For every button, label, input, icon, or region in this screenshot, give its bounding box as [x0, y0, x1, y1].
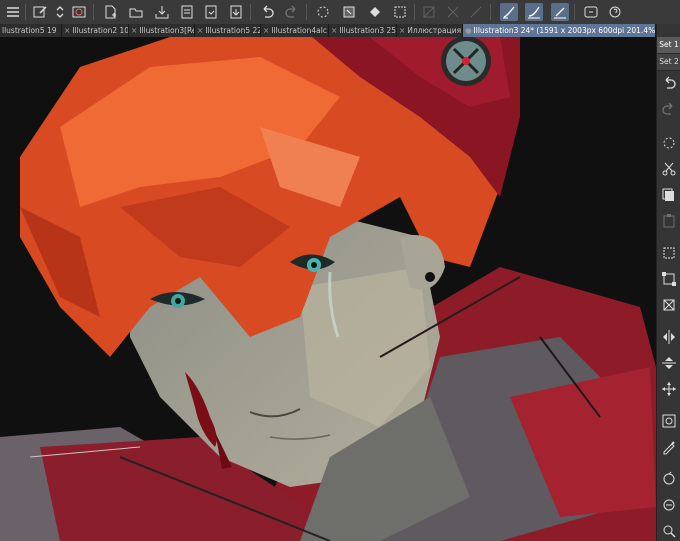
tab-label: Illustration4alc	[271, 26, 327, 35]
zoom-icon[interactable]	[660, 522, 678, 540]
eyedropper-icon[interactable]	[660, 438, 678, 456]
undo-icon[interactable]	[258, 3, 276, 21]
tab-close-icon[interactable]: ×	[131, 26, 137, 35]
document-tab-active[interactable]: ● Illustration3 24* (1591 x 2003px 600dpi…	[463, 24, 656, 37]
tab-close-icon[interactable]: ×	[197, 26, 203, 35]
export-icon[interactable]	[178, 3, 196, 21]
flip-horizontal-icon[interactable]	[660, 328, 678, 346]
undo-icon[interactable]	[660, 74, 678, 92]
tab-label: llustration5 19	[2, 26, 57, 35]
brush-settings-icon[interactable]	[660, 496, 678, 514]
document-tab[interactable]: × Illustration3[Re	[129, 24, 195, 37]
layer-icon[interactable]	[660, 412, 678, 430]
document-tab[interactable]: × Иллюстрация	[397, 24, 463, 37]
pen-angle-icon[interactable]	[551, 3, 569, 21]
set-2-tab[interactable]: Set 2	[657, 54, 680, 71]
paste-icon[interactable]	[660, 212, 678, 230]
toolbar-separator	[25, 4, 26, 20]
tab-label: Illustration5 22	[205, 26, 261, 35]
tab-label: Illustration3[Re	[139, 26, 195, 35]
fill-icon[interactable]	[340, 3, 358, 21]
up-down-icon[interactable]	[51, 3, 69, 21]
drawing-canvas[interactable]	[0, 37, 656, 541]
top-toolbar	[0, 0, 680, 25]
export-layer-icon[interactable]	[227, 3, 245, 21]
snapshot-icon[interactable]	[70, 3, 88, 21]
copy-icon[interactable]	[660, 186, 678, 204]
save-icon[interactable]	[153, 3, 171, 21]
document-tab-bar: llustration5 19 × Illustration2 10 × Illus…	[0, 24, 656, 37]
cut-icon[interactable]	[660, 160, 678, 178]
toolbar-separator	[250, 4, 251, 20]
toolbar-separator	[414, 4, 415, 20]
set-1-tab[interactable]: Set 1	[657, 37, 680, 54]
disabled-2-icon	[444, 3, 462, 21]
free-transform-icon[interactable]	[660, 296, 678, 314]
crop-icon[interactable]	[391, 3, 409, 21]
clear-icon[interactable]	[314, 3, 332, 21]
menu-icon[interactable]	[4, 3, 22, 21]
search-icon[interactable]	[606, 3, 624, 21]
fill-bucket-icon[interactable]	[366, 3, 384, 21]
clear-icon[interactable]	[660, 134, 678, 152]
pen-edit-icon[interactable]	[31, 3, 49, 21]
document-tab[interactable]: × Illustration4alc	[261, 24, 329, 37]
redo-icon[interactable]	[283, 3, 301, 21]
transform-icon[interactable]	[660, 270, 678, 288]
help-icon[interactable]	[582, 3, 600, 21]
document-tab[interactable]: × Illustration3 25	[329, 24, 397, 37]
tab-modified-icon[interactable]: ●	[465, 26, 472, 35]
tab-close-icon[interactable]: ×	[331, 26, 337, 35]
move-icon[interactable]	[660, 380, 678, 398]
tab-label: Illustration3 25	[339, 26, 397, 35]
document-tab[interactable]: llustration5 19	[0, 24, 62, 37]
flip-vertical-icon[interactable]	[660, 354, 678, 372]
artwork	[0, 37, 656, 541]
document-tab[interactable]: × Illustration2 10	[62, 24, 129, 37]
tab-label: Illustration2 10	[72, 26, 129, 35]
tab-label: Illustration3 24* (1591 x 2003px 600dpi …	[473, 26, 656, 35]
tab-label: Иллюстрация	[407, 26, 462, 35]
disabled-3-icon	[467, 3, 485, 21]
toolbar-separator	[306, 4, 307, 20]
open-folder-icon[interactable]	[127, 3, 145, 21]
toolbar-separator	[93, 4, 94, 20]
toolbar-separator	[574, 4, 575, 20]
disabled-1-icon	[420, 3, 438, 21]
tab-close-icon[interactable]: ×	[64, 26, 70, 35]
select-rect-icon[interactable]	[660, 244, 678, 262]
toolbar-separator	[490, 4, 491, 20]
tab-close-icon[interactable]: ×	[399, 26, 405, 35]
document-tab[interactable]: × Illustration5 22	[195, 24, 261, 37]
redo-icon[interactable]	[660, 100, 678, 118]
export-image-icon[interactable]	[202, 3, 220, 21]
rotate-icon[interactable]	[660, 470, 678, 488]
stabilizer-icon[interactable]	[500, 3, 518, 21]
command-bar-right: Set 1 Set 2	[656, 24, 680, 541]
new-file-icon[interactable]	[101, 3, 119, 21]
tab-close-icon[interactable]: ×	[263, 26, 269, 35]
pen-pressure-icon[interactable]	[525, 3, 543, 21]
